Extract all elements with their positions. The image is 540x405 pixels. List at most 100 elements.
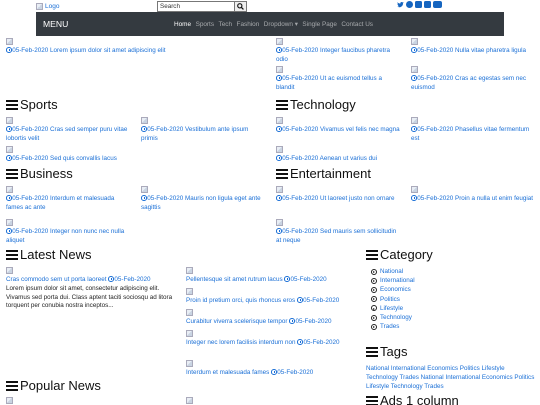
nav-home[interactable]: Home [174, 21, 191, 28]
top-right-post-3[interactable]: 05-Feb-2020 Ut ac euismod tellus a bland… [276, 66, 400, 93]
broken-image-icon [411, 38, 418, 45]
arrow-circle-right-icon [371, 314, 377, 321]
technology-post-2[interactable]: 05-Feb-2020 Phasellus vitae fermentum es… [411, 117, 535, 144]
post-title[interactable]: Interdum et malesuada fames [186, 369, 269, 376]
facebook-icon[interactable] [406, 1, 413, 8]
post-title[interactable]: Sed quis convallis lacus [50, 155, 117, 162]
instagram-icon[interactable] [424, 1, 431, 8]
clock-icon [271, 368, 277, 375]
heading-text: Business [20, 166, 73, 181]
category-item-economics[interactable]: Economics [371, 285, 415, 294]
nav-sports[interactable]: Sports [196, 21, 214, 28]
twitter-icon[interactable] [397, 1, 404, 8]
broken-image-icon [186, 267, 193, 274]
post-title[interactable]: Nulla vitae pharetra ligula [455, 47, 526, 54]
nav-items: Home Sports Tech Fashion Dropdown ▾ Sing… [174, 12, 373, 36]
category-label[interactable]: Economics [380, 285, 411, 294]
category-item-technology[interactable]: Technology [371, 313, 415, 322]
post-title[interactable]: Aenean ut varius dui [320, 155, 377, 162]
category-item-international[interactable]: International [371, 276, 415, 285]
sports-post-2[interactable]: 05-Feb-2020 Vestibulum ante ipsum primis [141, 117, 265, 144]
post-date: 05-Feb-2020 [12, 46, 49, 54]
arrow-circle-right-icon [371, 268, 377, 275]
post-title[interactable]: Lorem ipsum dolor sit amet adipiscing el… [50, 47, 166, 54]
search-input[interactable] [157, 1, 235, 12]
post-title[interactable]: Integer nec lorem facilisis interdum non [186, 339, 296, 346]
technology-post-3[interactable]: 05-Feb-2020 Aenean ut varius dui [276, 146, 406, 164]
nav-tech[interactable]: Tech [219, 21, 233, 28]
category-label[interactable]: International [380, 276, 415, 285]
popular-post-1-image[interactable] [6, 397, 13, 404]
arrow-circle-right-icon [371, 305, 377, 312]
linkedin-icon[interactable] [415, 1, 422, 8]
top-right-post-1[interactable]: 05-Feb-2020 Integer faucibus pharetra od… [276, 38, 400, 65]
nav-dropdown[interactable]: Dropdown ▾ [264, 20, 298, 28]
arrow-circle-right-icon [371, 286, 377, 293]
latest-list-5[interactable]: Interdum et malesuada fames 05-Feb-2020 [186, 360, 356, 378]
category-label[interactable]: Trades [380, 322, 399, 331]
sidebar-heading-ads: Ads 1 column [366, 394, 459, 405]
nav-contact-us[interactable]: Contact Us [341, 21, 373, 28]
popular-post-2-image[interactable] [186, 397, 193, 404]
menu-toggle[interactable]: MENU [43, 19, 68, 29]
post-title[interactable]: Pellentesque sit amet rutrum lacus [186, 276, 283, 283]
post-date: 05-Feb-2020 [290, 275, 327, 283]
post-title[interactable]: Proin a nulla ut enim feugiat [455, 195, 533, 202]
sidebar-heading-tags: Tags [366, 345, 407, 359]
broken-image-icon [276, 186, 283, 193]
broken-image-icon [6, 186, 13, 193]
post-date: 05-Feb-2020 [282, 194, 319, 202]
broken-image-icon [186, 309, 193, 316]
post-title[interactable]: Proin id pretium orci, quis rhoncus eros [186, 297, 295, 304]
heading-text: Technology [290, 97, 356, 112]
post-title[interactable]: Curabitur viverra scelerisque tempor [186, 318, 288, 325]
category-label[interactable]: Lifestyle [380, 304, 403, 313]
navbar: MENU Home Sports Tech Fashion Dropdown ▾… [36, 12, 504, 36]
category-item-lifestyle[interactable]: Lifestyle [371, 304, 415, 313]
logo[interactable]: Logo [36, 1, 96, 11]
post-date: 05-Feb-2020 [12, 194, 49, 202]
sports-post-3[interactable]: 05-Feb-2020 Sed quis convallis lacus [6, 146, 136, 164]
category-item-politics[interactable]: Politics [371, 295, 415, 304]
search-button[interactable] [235, 1, 247, 12]
clock-icon [276, 154, 282, 161]
latest-list-4[interactable]: Integer nec lorem facilisis interdum non… [186, 330, 346, 348]
category-label[interactable]: National [380, 267, 403, 276]
post-title[interactable]: Vivamus vel felis nec magna [320, 126, 400, 133]
post-date: 05-Feb-2020 [282, 46, 319, 54]
post-title[interactable]: Ut laoreet justo non ornare [320, 195, 395, 202]
business-post-2[interactable]: 05-Feb-2020 Mauris non ligula eget ante … [141, 186, 265, 213]
post-title[interactable]: Cras commodo sem ut porta laoreet [6, 276, 106, 283]
category-label[interactable]: Politics [380, 295, 400, 304]
post-date: 05-Feb-2020 [12, 227, 49, 235]
tag-cloud[interactable]: National International Economics Politic… [366, 364, 536, 391]
nav-fashion[interactable]: Fashion [237, 21, 260, 28]
business-post-1[interactable]: 05-Feb-2020 Interdum et malesuada fames … [6, 186, 130, 213]
latest-list-2[interactable]: Proin id pretium orci, quis rhoncus eros… [186, 288, 356, 306]
latest-list-1[interactable]: Pellentesque sit amet rutrum lacus 05-Fe… [186, 267, 356, 285]
category-label[interactable]: Technology [380, 313, 412, 322]
nav-single-page[interactable]: Single Page [302, 21, 336, 28]
latest-list-3[interactable]: Curabitur viverra scelerisque tempor 05-… [186, 309, 356, 327]
category-item-trades[interactable]: Trades [371, 322, 415, 331]
top-right-post-2[interactable]: 05-Feb-2020 Nulla vitae pharetra ligula [411, 38, 535, 56]
technology-post-1[interactable]: 05-Feb-2020 Vivamus vel felis nec magna [276, 117, 400, 135]
top-right-post-4[interactable]: 05-Feb-2020 Cras ac egestas sem nec euis… [411, 66, 535, 93]
entertainment-post-3[interactable]: 05-Feb-2020 Sed mauris sem sollicitudin … [276, 219, 400, 246]
category-item-national[interactable]: National [371, 267, 415, 276]
broken-image-icon [6, 146, 13, 153]
post-date: 05-Feb-2020 [12, 154, 49, 162]
top-left-post[interactable]: 05-Feb-2020 Lorem ipsum dolor sit amet a… [6, 38, 236, 56]
sports-post-1[interactable]: 05-Feb-2020 Cras sed semper puru vitae l… [6, 117, 130, 144]
post-excerpt: Lorem ipsum dolor sit amet, consectetur … [6, 284, 173, 310]
clock-icon [296, 296, 303, 303]
business-post-3[interactable]: 05-Feb-2020 Integer non nunc nec nulla a… [6, 219, 130, 246]
youtube-icon[interactable] [433, 1, 442, 8]
entertainment-post-2[interactable]: 05-Feb-2020 Proin a nulla ut enim feugia… [411, 186, 535, 204]
broken-image-icon [411, 66, 418, 73]
entertainment-post-1[interactable]: 05-Feb-2020 Ut laoreet justo non ornare [276, 186, 400, 204]
clock-icon [276, 74, 282, 81]
search-icon [237, 3, 244, 10]
latest-main-post[interactable]: Cras commodo sem ut porta laoreet 05-Feb… [6, 267, 174, 311]
broken-image-icon [6, 117, 13, 124]
